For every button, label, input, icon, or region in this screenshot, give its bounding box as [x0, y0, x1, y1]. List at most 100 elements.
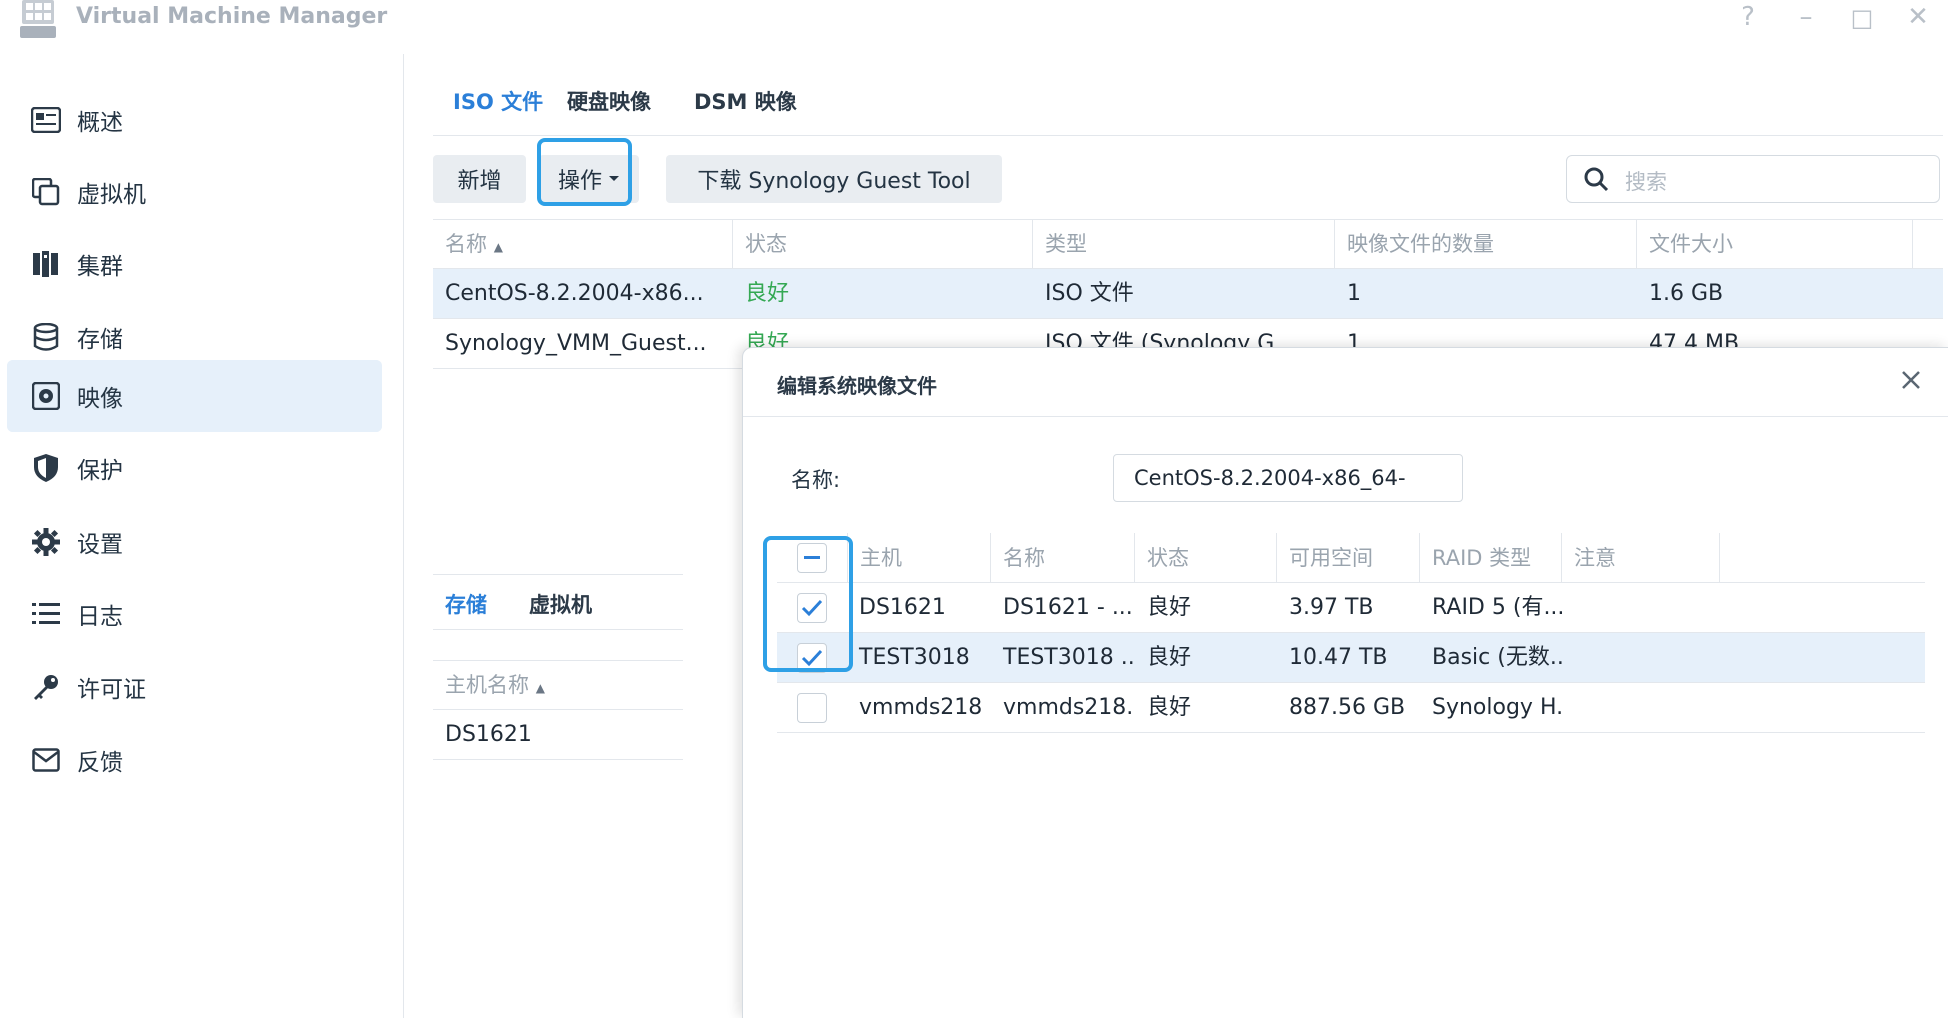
cell-status: 良好	[1147, 695, 1192, 720]
list-icon	[29, 597, 63, 631]
shield-icon	[29, 451, 63, 485]
table-header: 名称 ▲ 状态 类型 映像文件的数量 文件大小	[433, 219, 1943, 269]
host-row[interactable]: TEST3018 TEST3018 ... 良好 10.47 TB Basic …	[777, 633, 1925, 683]
close-window-button[interactable]: ✕	[1903, 2, 1933, 32]
maximize-button[interactable]: □	[1847, 4, 1877, 32]
cluster-icon	[29, 247, 63, 281]
column-header-count[interactable]: 映像文件的数量	[1335, 220, 1637, 268]
tab-disk-images[interactable]: 硬盘映像	[567, 86, 651, 116]
sidebar-item-label: 集群	[77, 254, 123, 280]
sidebar-item-protection[interactable]: 保护	[7, 432, 382, 504]
sidebar-item-license[interactable]: 许可证	[7, 651, 382, 723]
cell-free-space: 887.56 GB	[1289, 695, 1406, 720]
cell-count: 1	[1347, 281, 1361, 306]
detail-column-header-hostname[interactable]: 主机名称 ▲	[433, 660, 683, 710]
sidebar-item-label: 虚拟机	[77, 182, 146, 208]
dialog-title: 编辑系统映像文件	[777, 374, 937, 398]
sidebar-item-label: 映像	[77, 386, 123, 412]
virtual-machine-icon	[29, 175, 63, 209]
sidebar-item-label: 概述	[77, 110, 123, 136]
column-header-label: 名称	[445, 232, 487, 256]
help-button[interactable]: ?	[1733, 2, 1763, 32]
host-row[interactable]: DS1621 DS1621 - ... 良好 3.97 TB RAID 5 (有…	[777, 583, 1925, 633]
cell-name: CentOS-8.2.2004-x86...	[445, 281, 704, 306]
mail-icon	[29, 743, 63, 777]
cell-host: DS1621	[859, 595, 946, 620]
title-bar: Virtual Machine Manager ? – □ ✕	[0, 0, 1948, 54]
column-header-free-space[interactable]: 可用空间	[1277, 533, 1420, 583]
sidebar-item-label: 设置	[77, 532, 123, 558]
name-field[interactable]: CentOS-8.2.2004-x86_64-	[1113, 454, 1463, 502]
cell-status: 良好	[1147, 595, 1192, 620]
app-title: Virtual Machine Manager	[76, 4, 388, 29]
sidebar-item-label: 保护	[77, 458, 123, 484]
column-header-status[interactable]: 状态	[1135, 533, 1277, 583]
search-input[interactable]: 搜索	[1566, 155, 1940, 203]
tab-detail-storage[interactable]: 存储	[445, 589, 487, 619]
close-dialog-button[interactable]	[1901, 364, 1921, 397]
cell-status: 良好	[1147, 645, 1192, 670]
cell-name: DS1621 - ...	[1003, 595, 1133, 620]
tab-dsm-images[interactable]: DSM 映像	[694, 86, 797, 116]
tab-iso-files[interactable]: ISO 文件	[453, 86, 543, 116]
key-icon	[29, 670, 63, 704]
tab-detail-virtual-machine[interactable]: 虚拟机	[529, 589, 592, 619]
sidebar-item-label: 日志	[77, 604, 123, 630]
host-row[interactable]: vmmds218 vmmds218... 良好 887.56 GB Synolo…	[777, 683, 1925, 733]
sort-asc-icon: ▲	[535, 681, 545, 695]
cell-host: TEST3018	[859, 645, 970, 670]
cell-free-space: 3.97 TB	[1289, 595, 1374, 620]
cell-name: TEST3018 ...	[1003, 645, 1135, 670]
sidebar-item-label: 反馈	[77, 750, 123, 776]
app-icon	[20, 0, 56, 38]
divider	[743, 416, 1948, 417]
sidebar-item-overview[interactable]: 概述	[7, 84, 382, 156]
column-header-label: 主机名称	[445, 673, 529, 697]
minimize-button[interactable]: –	[1791, 2, 1821, 32]
sidebar-item-settings[interactable]: 设置	[7, 506, 382, 578]
detail-row[interactable]: DS1621	[433, 710, 683, 760]
column-header-status[interactable]: 状态	[733, 220, 1033, 268]
cell-name: Synology_VMM_Guest...	[445, 331, 707, 356]
overview-icon	[29, 103, 63, 137]
cell-raid-type: RAID 5 (有...	[1432, 595, 1562, 620]
sidebar-item-label: 存储	[77, 327, 123, 353]
column-header-raid-type[interactable]: RAID 类型	[1420, 533, 1562, 583]
row-checkbox[interactable]	[797, 693, 827, 723]
detail-tab-bar: 存储 虚拟机	[433, 574, 683, 630]
search-placeholder: 搜索	[1625, 170, 1667, 194]
cell-raid-type: Synology H...	[1432, 695, 1562, 720]
column-header-note[interactable]: 注意	[1562, 533, 1720, 583]
sidebar-item-feedback[interactable]: 反馈	[7, 724, 382, 796]
tab-bar: ISO 文件 硬盘映像 DSM 映像	[433, 80, 1943, 136]
edit-image-dialog: 编辑系统映像文件 名称: CentOS-8.2.2004-x86_64- 主机 …	[742, 347, 1948, 1018]
sort-asc-icon: ▲	[493, 240, 503, 254]
gear-icon	[29, 525, 63, 559]
download-guest-tool-button[interactable]: 下载 Synology Guest Tool	[666, 155, 1002, 203]
sidebar-item-log[interactable]: 日志	[7, 578, 382, 650]
sidebar: 概述 虚拟机 集群 存储 网络 映像 保护	[0, 54, 404, 1018]
cell-raid-type: Basic (无数...	[1432, 645, 1562, 670]
column-header-name[interactable]: 名称	[991, 533, 1135, 583]
column-header-host[interactable]: 主机	[847, 533, 991, 583]
cell-status: 良好	[745, 281, 790, 306]
host-table-header: 主机 名称 状态 可用空间 RAID 类型 注意	[777, 533, 1925, 583]
table-row[interactable]: CentOS-8.2.2004-x86... 良好 ISO 文件 1 1.6 G…	[433, 269, 1943, 319]
column-header-size[interactable]: 文件大小	[1637, 220, 1913, 268]
search-icon	[1584, 167, 1609, 192]
sidebar-item-image[interactable]: 映像	[7, 360, 382, 432]
cell-type: ISO 文件	[1045, 281, 1134, 306]
name-label: 名称:	[791, 468, 841, 492]
sidebar-item-virtual-machine[interactable]: 虚拟机	[7, 156, 382, 228]
storage-icon	[29, 320, 63, 354]
cell-size: 1.6 GB	[1649, 281, 1724, 306]
checkbox-column-highlight	[763, 536, 853, 672]
add-button[interactable]: 新增	[433, 155, 526, 203]
sidebar-item-cluster[interactable]: 集群	[7, 228, 382, 300]
action-button-highlight	[537, 138, 632, 206]
cell-name: vmmds218...	[1003, 695, 1135, 720]
column-header-name[interactable]: 名称 ▲	[433, 220, 733, 268]
image-icon	[29, 379, 63, 413]
cell-free-space: 10.47 TB	[1289, 645, 1388, 670]
column-header-type[interactable]: 类型	[1033, 220, 1335, 268]
